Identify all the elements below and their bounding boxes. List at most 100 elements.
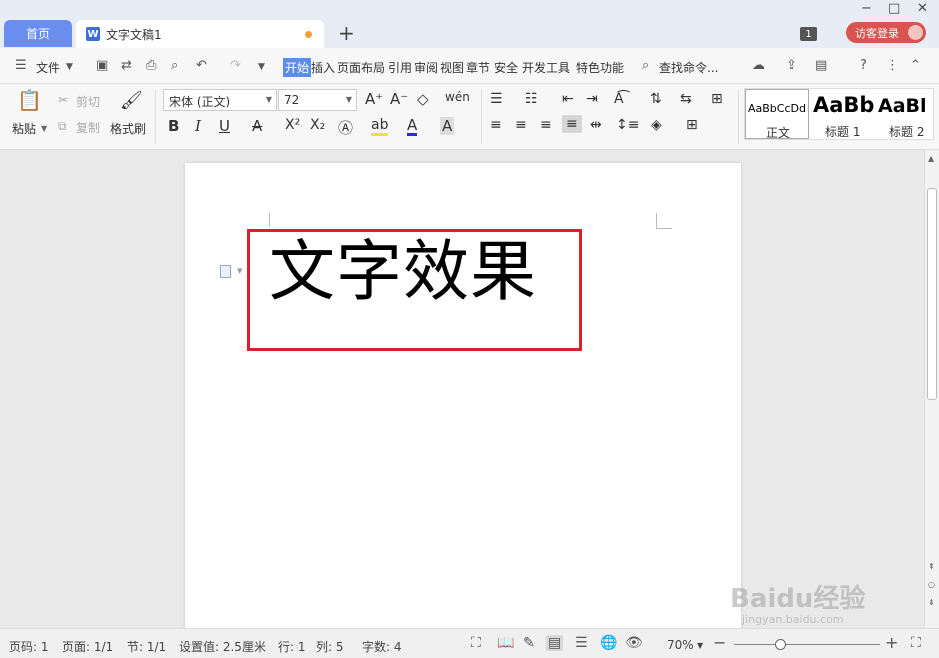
status-pages[interactable]: 页面: 1/1 xyxy=(62,638,113,655)
hamburger-menu-icon[interactable]: ☰ xyxy=(15,58,27,73)
maximize-button[interactable]: □ xyxy=(888,1,900,16)
highlight-color-icon[interactable]: ab xyxy=(371,117,389,136)
borders-icon[interactable]: ⊞ xyxy=(686,117,698,133)
fit-page-icon[interactable]: ⛶ xyxy=(911,635,921,651)
fullscreen-icon[interactable]: ⛶ xyxy=(471,635,481,651)
zoom-level[interactable]: 70% xyxy=(667,638,694,652)
zoom-slider-track[interactable] xyxy=(734,644,880,645)
export-icon[interactable]: ⇄ xyxy=(121,58,132,73)
status-page-number[interactable]: 页码: 1 xyxy=(9,638,49,655)
numbered-list-icon[interactable]: ☷ xyxy=(525,91,538,107)
search-icon[interactable]: ⌕ xyxy=(642,58,649,73)
cut-button[interactable]: 剪切 xyxy=(76,93,100,110)
undo-icon[interactable]: ↶ xyxy=(196,58,207,73)
cloud-sync-icon[interactable]: ☁ xyxy=(752,58,765,73)
command-search-input[interactable]: 查找命令... xyxy=(659,59,718,76)
strikethrough-icon[interactable]: A xyxy=(252,117,262,135)
char-shading-icon[interactable]: A xyxy=(440,117,455,135)
italic-icon[interactable]: I xyxy=(195,117,201,135)
format-painter-button[interactable]: 格式刷 xyxy=(110,120,146,137)
close-window-button[interactable]: ✕ xyxy=(917,1,928,16)
paragraph-handle-dropdown-icon[interactable]: ▼ xyxy=(237,267,242,275)
vertical-scrollbar[interactable]: ▲ ⇞ ○ ⇟ xyxy=(924,150,939,628)
write-mode-icon[interactable]: ✎ xyxy=(523,635,535,651)
chevron-down-icon[interactable]: ▼ xyxy=(66,62,73,72)
redo-icon[interactable]: ↷ xyxy=(230,58,241,73)
paragraph-handle-icon[interactable] xyxy=(220,265,231,278)
status-section[interactable]: 节: 1/1 xyxy=(127,638,166,655)
font-name-select[interactable]: 宋体 (正文) ▼ xyxy=(163,89,277,111)
minimize-button[interactable]: − xyxy=(861,1,872,16)
style-heading-1[interactable]: AaBb 标题 1 xyxy=(811,89,875,139)
shrink-font-icon[interactable]: A⁻ xyxy=(390,90,408,108)
grow-font-icon[interactable]: A⁺ xyxy=(365,90,383,108)
web-view-icon[interactable]: 🌐 xyxy=(600,635,617,651)
align-left-icon[interactable]: ≡ xyxy=(490,117,502,133)
table-border-icon[interactable]: ⊞ xyxy=(711,91,723,107)
page-view-icon[interactable]: ▤ xyxy=(546,635,564,651)
copy-button[interactable]: 复制 xyxy=(76,119,100,136)
more-tools-icon[interactable]: ▤ xyxy=(815,58,827,73)
collapse-ribbon-icon[interactable]: ⌃ xyxy=(910,58,921,73)
superscript-icon[interactable]: X² xyxy=(285,117,300,133)
new-tab-button[interactable]: + xyxy=(338,21,355,45)
text-effect-icon[interactable]: Ⓐ xyxy=(338,117,353,138)
justify-icon[interactable]: ≡ xyxy=(562,115,582,133)
tab-document[interactable]: W 文字文稿1 xyxy=(76,20,324,48)
zoom-slider-knob[interactable] xyxy=(775,639,786,650)
more-icon[interactable]: ⋮ xyxy=(886,58,899,73)
align-center-icon[interactable]: ≡ xyxy=(515,117,527,133)
phonetic-guide-icon[interactable]: wén xyxy=(445,90,470,104)
chinese-layout-icon[interactable]: A͡ xyxy=(614,91,624,107)
print-icon[interactable]: ⎙ xyxy=(146,58,156,73)
status-word-count[interactable]: 字数: 4 xyxy=(362,638,402,655)
share-icon[interactable]: ⇪ xyxy=(786,58,797,73)
clear-format-icon[interactable]: ◇ xyxy=(417,90,429,108)
status-row[interactable]: 行: 1 xyxy=(278,638,306,655)
zoom-dropdown-icon[interactable]: ▼ xyxy=(697,641,703,650)
tab-view[interactable]: 视图 xyxy=(440,59,464,76)
paste-dropdown-icon[interactable]: ▼ xyxy=(41,124,47,133)
paste-icon[interactable]: 📋 xyxy=(17,88,42,112)
tab-review[interactable]: 审阅 xyxy=(414,59,438,76)
tab-features[interactable]: 特色功能 xyxy=(576,59,624,76)
reading-mode-icon[interactable]: 📖 xyxy=(497,635,514,651)
help-icon[interactable]: ? xyxy=(860,58,867,73)
underline-icon[interactable]: U xyxy=(219,117,230,135)
tab-insert[interactable]: 插入 xyxy=(311,59,335,76)
increase-indent-icon[interactable]: ⇥ xyxy=(586,91,598,107)
scroll-prev-page-icon[interactable]: ⇞ xyxy=(928,562,935,571)
zoom-in-icon[interactable]: + xyxy=(885,633,898,652)
tab-chapter[interactable]: 章节 xyxy=(466,59,490,76)
tab-security[interactable]: 安全 xyxy=(494,59,518,76)
line-spacing-icon[interactable]: ↕≡ xyxy=(616,117,639,133)
paste-button[interactable]: 粘贴 xyxy=(12,120,36,137)
tab-developer[interactable]: 开发工具 xyxy=(522,59,570,76)
shading-icon[interactable]: ◈ xyxy=(651,117,662,133)
menu-file[interactable]: 文件 xyxy=(36,59,60,76)
subscript-icon[interactable]: X₂ xyxy=(310,117,325,133)
format-painter-icon[interactable]: 🖌 xyxy=(120,90,143,111)
tab-start[interactable]: 开始 xyxy=(283,58,312,77)
guest-login-button[interactable]: 访客登录 xyxy=(846,22,926,43)
document-page[interactable]: ▼ 文字效果 xyxy=(185,163,741,628)
align-right-icon[interactable]: ≡ xyxy=(540,117,552,133)
style-normal[interactable]: AaBbCcDd 正文 xyxy=(745,89,809,140)
document-workspace[interactable]: ▼ 文字效果 xyxy=(0,150,924,628)
decrease-indent-icon[interactable]: ⇤ xyxy=(562,91,574,107)
window-count-badge[interactable]: 1 xyxy=(800,27,817,41)
font-color-icon[interactable]: A xyxy=(407,117,418,136)
distribute-icon[interactable]: ⇹ xyxy=(590,117,602,133)
save-icon[interactable]: ▣ xyxy=(96,58,108,73)
bold-icon[interactable]: B xyxy=(168,117,179,135)
sort-icon[interactable]: ⇅ xyxy=(650,91,662,107)
quick-access-dropdown-icon[interactable]: ▼ xyxy=(258,62,265,72)
status-setting-value[interactable]: 设置值: 2.5厘米 xyxy=(179,638,266,655)
bullet-list-icon[interactable]: ☰ xyxy=(490,91,503,107)
eye-protection-icon[interactable]: 👁 xyxy=(625,635,643,651)
scroll-up-icon[interactable]: ▲ xyxy=(928,154,934,163)
scroll-select-browse-icon[interactable]: ○ xyxy=(928,580,935,589)
status-column[interactable]: 列: 5 xyxy=(316,638,344,655)
zoom-out-icon[interactable]: − xyxy=(713,633,726,652)
tab-home[interactable]: 首页 xyxy=(4,20,72,47)
